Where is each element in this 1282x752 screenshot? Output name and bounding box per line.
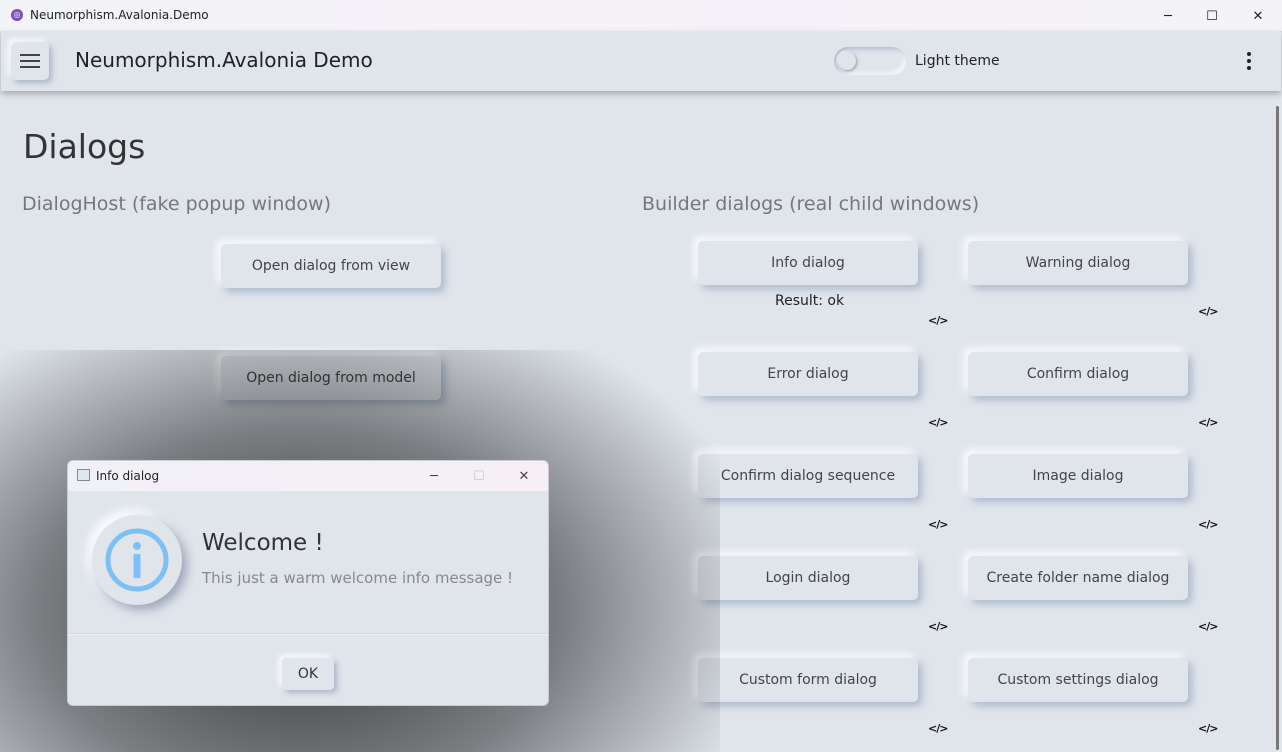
builder-section-heading: Builder dialogs (real child windows): [642, 193, 980, 215]
theme-toggle-label: Light theme: [915, 53, 1000, 69]
dialog-close-button[interactable]: ✕: [509, 466, 539, 486]
dialog-window-title: Info dialog: [96, 469, 160, 483]
code-icon[interactable]: </>: [1198, 305, 1218, 318]
ok-button[interactable]: OK: [282, 658, 334, 690]
toggle-knob: [838, 52, 856, 70]
confirm-dialog-button[interactable]: Confirm dialog: [968, 352, 1188, 396]
code-icon[interactable]: </>: [928, 314, 948, 327]
code-icon[interactable]: </>: [1198, 518, 1218, 531]
dialog-minimize-button[interactable]: ─: [419, 466, 449, 486]
custom-form-dialog-button[interactable]: Custom form dialog: [698, 658, 918, 702]
dialog-heading: Welcome !: [202, 530, 324, 556]
dialog-window-icon: [77, 469, 90, 481]
code-icon[interactable]: </>: [928, 518, 948, 531]
window-title: Neumorphism.Avalonia.Demo: [30, 8, 209, 22]
create-folder-name-dialog-button[interactable]: Create folder name dialog: [968, 556, 1188, 600]
theme-toggle[interactable]: [834, 47, 906, 75]
app-icon: ◎: [11, 9, 23, 21]
maximize-button[interactable]: ☐: [1189, 4, 1235, 28]
app-title: Neumorphism.Avalonia Demo: [75, 48, 373, 72]
custom-settings-dialog-button[interactable]: Custom settings dialog: [968, 658, 1188, 702]
dialog-divider: [68, 633, 548, 634]
dialog-maximize-button: ☐: [473, 468, 485, 484]
close-button[interactable]: ✕: [1235, 4, 1281, 28]
open-dialog-from-model-button[interactable]: Open dialog from model: [221, 356, 441, 400]
page-title: Dialogs: [23, 127, 146, 166]
dialog-message: This just a warm welcome info message !: [202, 569, 514, 587]
info-dialog-window: Info dialog ─ ☐ ✕ Welcome ! This just a …: [67, 460, 549, 706]
error-dialog-button[interactable]: Error dialog: [698, 352, 918, 396]
code-icon[interactable]: </>: [928, 620, 948, 633]
code-icon[interactable]: </>: [1198, 416, 1218, 429]
info-dialog-button[interactable]: Info dialog: [698, 241, 918, 285]
app-bar: Neumorphism.Avalonia Demo Light theme: [1, 31, 1281, 91]
code-icon[interactable]: </>: [1198, 620, 1218, 633]
code-icon[interactable]: </>: [1198, 722, 1218, 735]
hamburger-menu-icon[interactable]: [11, 42, 49, 80]
code-icon[interactable]: </>: [928, 722, 948, 735]
dialog-titlebar: Info dialog ─ ☐ ✕: [68, 461, 548, 491]
open-dialog-from-view-button[interactable]: Open dialog from view: [221, 244, 441, 288]
login-dialog-button[interactable]: Login dialog: [698, 556, 918, 600]
result-text: Result: ok: [775, 293, 845, 309]
warning-dialog-button[interactable]: Warning dialog: [968, 241, 1188, 285]
more-vertical-icon[interactable]: [1239, 50, 1259, 72]
scrollbar[interactable]: [1276, 106, 1279, 750]
info-icon: [92, 515, 182, 605]
dialoghost-section-heading: DialogHost (fake popup window): [22, 193, 332, 215]
minimize-button[interactable]: ─: [1145, 4, 1191, 28]
window-titlebar: ◎ Neumorphism.Avalonia.Demo ─ ☐ ✕: [0, 0, 1282, 32]
image-dialog-button[interactable]: Image dialog: [968, 454, 1188, 498]
confirm-dialog-sequence-button[interactable]: Confirm dialog sequence: [698, 454, 918, 498]
code-icon[interactable]: </>: [928, 416, 948, 429]
